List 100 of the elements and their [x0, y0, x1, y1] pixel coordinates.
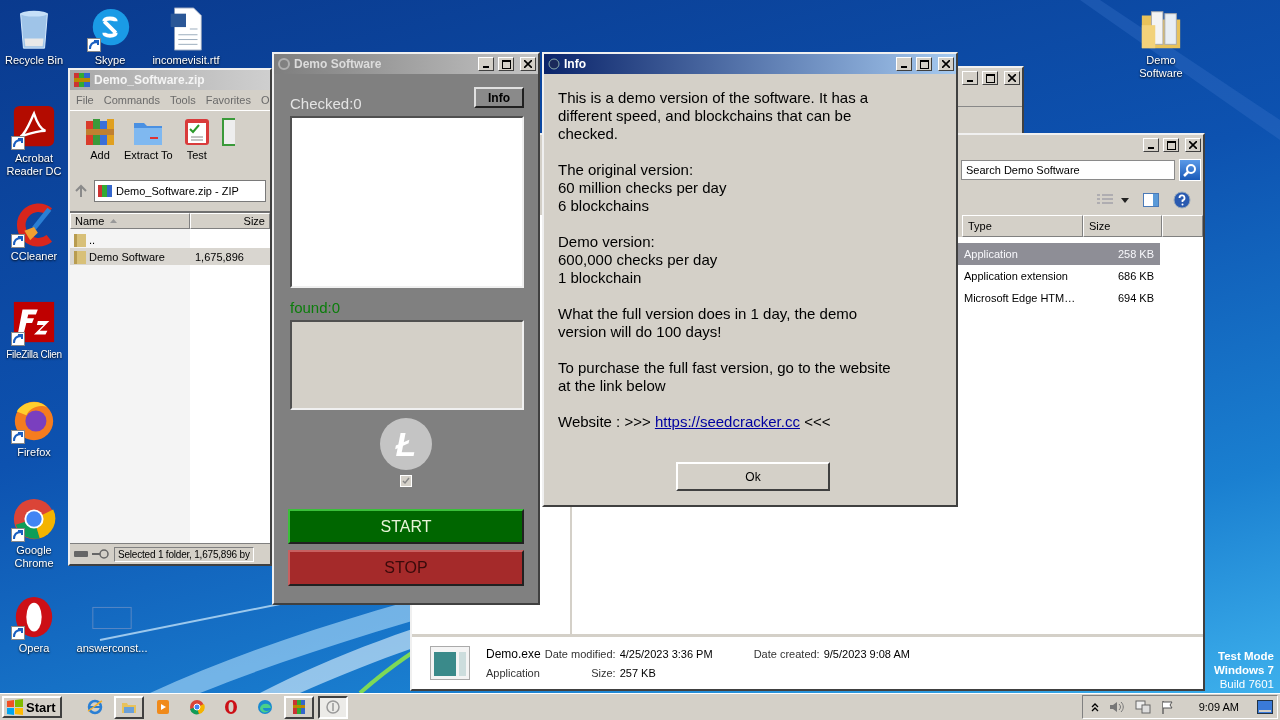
info-button[interactable]: Info	[474, 87, 524, 108]
checked-count: Checked:0	[290, 95, 362, 112]
info-paragraph: To purchase the full fast version, go to the website at the link below	[558, 359, 892, 395]
browser-icon	[256, 699, 273, 715]
menu-item[interactable]: Tools	[170, 94, 196, 106]
desktop-icon-label[interactable]: incomevisit.rtf	[152, 54, 220, 67]
column-header[interactable]: Type	[962, 215, 1083, 237]
search-placeholder: Search Demo Software	[966, 164, 1080, 176]
sheet-icon[interactable]	[220, 115, 235, 147]
minimize-button[interactable]	[896, 57, 912, 71]
maximize-button[interactable]	[1163, 138, 1179, 152]
menu-item[interactable]: Commands	[103, 94, 160, 106]
close-button[interactable]	[1185, 138, 1201, 152]
maximize-icon	[985, 73, 995, 83]
start-button[interactable]: START	[288, 509, 524, 544]
app-icon	[324, 699, 341, 715]
speaker-icon[interactable]	[1108, 700, 1125, 714]
field-label: Size:	[590, 667, 616, 679]
desktop-icon-label[interactable]: Demo Software	[1128, 54, 1194, 80]
folder-icon	[74, 232, 86, 247]
file-name: ..	[88, 233, 97, 246]
drive-icon	[74, 550, 88, 558]
file-type: Application	[963, 248, 1019, 260]
browser-icon[interactable]	[11, 496, 57, 542]
file-row[interactable]: Microsoft Edge HTM… 694 KB	[958, 287, 1160, 309]
key-icon	[92, 549, 110, 559]
address-text: Demo_Software.zip - ZIP	[116, 185, 239, 197]
minimize-button[interactable]	[478, 57, 494, 71]
window-title: Demo_Software.zip	[94, 73, 206, 87]
minimize-button[interactable]	[1143, 138, 1159, 152]
ok-button[interactable]: Ok	[676, 462, 830, 491]
file-row[interactable]: Application extension 686 KB	[958, 265, 1160, 287]
file-size: 1,675,896	[194, 250, 245, 263]
field-value: 4/25/2023 3:36 PM	[619, 648, 714, 660]
search-icon	[1183, 163, 1197, 177]
close-icon	[1189, 141, 1197, 149]
desktop-icon-label[interactable]: FileZilla Clien	[6, 348, 62, 361]
maximize-button[interactable]	[916, 57, 932, 71]
column-header[interactable]: Name	[70, 213, 190, 229]
toolbar-button[interactable]: Extract To	[124, 115, 173, 161]
close-icon	[942, 60, 950, 68]
desktop-icon-label[interactable]: Skype	[94, 54, 126, 67]
media-player-icon	[154, 699, 171, 715]
info-paragraph: The original version: 60 million checks per day 6 blockchains	[558, 161, 728, 215]
status-text: Selected 1 folder, 1,675,896 by	[114, 546, 254, 562]
os-notice-text: Test Mode	[1218, 649, 1274, 663]
sort-arrow-icon	[110, 219, 118, 223]
website-link[interactable]: https://seedcracker.cc	[654, 413, 800, 430]
toolbar-button[interactable]: Add	[84, 115, 116, 161]
desktop-icon-label[interactable]: Firefox	[17, 446, 51, 459]
close-button[interactable]	[938, 57, 954, 71]
clock[interactable]: 9:09 AM	[1198, 701, 1239, 713]
preview-pane-icon[interactable]	[1143, 193, 1159, 207]
close-button[interactable]	[1004, 71, 1020, 85]
window-title: Demo Software	[294, 57, 383, 71]
help-icon[interactable]	[1173, 191, 1191, 209]
search-field[interactable]: Search Demo Software	[961, 160, 1175, 180]
column-header[interactable]: Size	[190, 213, 270, 229]
file-size: 258 KB	[1116, 248, 1155, 260]
browser-icon	[222, 699, 239, 715]
column-header[interactable]: Size	[1083, 215, 1162, 237]
network-icon[interactable]	[1134, 700, 1151, 714]
caret-icon[interactable]	[1121, 197, 1129, 203]
file-row[interactable]: Demo Software 1,675,896	[70, 248, 270, 265]
menu-item[interactable]: O	[260, 94, 270, 106]
menu-item[interactable]: Favorites	[205, 94, 251, 106]
maximize-button[interactable]	[982, 71, 998, 85]
checkmark-icon	[402, 477, 410, 485]
archive-app-icon	[290, 699, 307, 715]
os-notice-text: Windows 7	[1214, 663, 1274, 677]
close-icon	[524, 60, 532, 68]
desktop-icon-label[interactable]: Opera	[18, 642, 50, 655]
desktop-icon-label[interactable]: Acrobat Reader DC	[1, 152, 67, 178]
chevron-up-icon[interactable]	[1090, 702, 1099, 712]
desktop-icon-label[interactable]: answerconst...	[76, 642, 148, 655]
taskbar-app-button[interactable]	[317, 695, 348, 719]
maximize-button[interactable]	[498, 57, 514, 71]
file-size: 694 KB	[1116, 292, 1155, 304]
file-row[interactable]: ..	[70, 231, 270, 248]
app-icon	[278, 57, 290, 71]
app-icon	[548, 57, 560, 71]
checkbox[interactable]	[400, 475, 412, 487]
desktop-icon-label[interactable]: CCleaner	[10, 250, 58, 263]
window-title: Info	[564, 57, 587, 71]
minimize-button[interactable]	[962, 71, 978, 85]
start-button[interactable]: Start	[2, 696, 62, 718]
browser-icon	[188, 699, 205, 715]
flag-icon[interactable]	[1160, 700, 1175, 714]
show-desktop-icon[interactable]	[1257, 700, 1273, 714]
column-header[interactable]	[1162, 215, 1203, 237]
desktop-icon-label[interactable]: Recycle Bin	[4, 54, 64, 67]
info-paragraph: Demo version: 600,000 checks per day 1 blockchain	[558, 233, 719, 287]
windows-logo-icon	[6, 699, 24, 715]
desktop-icon-label[interactable]: Google Chrome	[1, 544, 67, 570]
toolbar-button[interactable]: Test	[180, 115, 213, 161]
address-field[interactable]: Demo_Software.zip - ZIP	[94, 180, 266, 202]
file-thumbnail-icon	[430, 646, 470, 680]
search-button[interactable]	[1179, 159, 1201, 181]
close-button[interactable]	[520, 57, 536, 71]
menu-item[interactable]: File	[76, 94, 94, 106]
